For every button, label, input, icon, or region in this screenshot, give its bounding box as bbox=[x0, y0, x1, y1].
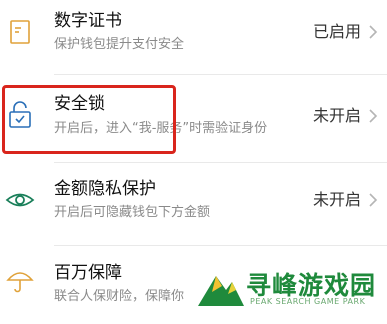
watermark-subtitle: PEAK SEARCH GAME PARK bbox=[250, 297, 366, 306]
divider bbox=[54, 74, 387, 75]
divider bbox=[54, 162, 387, 163]
watermark-logo: 寻峰游戏园 PEAK SEARCH GAME PARK bbox=[196, 262, 387, 312]
setting-title: 百万保障 bbox=[54, 263, 122, 283]
setting-status: 未开启 bbox=[312, 106, 361, 125]
certificate-icon bbox=[10, 20, 30, 44]
setting-status: 未开启 bbox=[312, 190, 361, 209]
eye-icon bbox=[5, 193, 35, 207]
setting-title: 安全锁 bbox=[54, 94, 105, 114]
chevron-right-icon bbox=[369, 25, 378, 39]
umbrella-icon bbox=[6, 272, 34, 293]
setting-subtitle: 开启后，进入“我-服务”时需验证身份 bbox=[54, 121, 268, 136]
mountain-logo-icon bbox=[198, 276, 244, 306]
setting-title: 数字证书 bbox=[54, 11, 122, 31]
setting-subtitle: 联合人保财险，保障你 bbox=[54, 289, 185, 304]
setting-row-amount-privacy[interactable]: 金额隐私保护 开启后可隐藏钱包下方金额 未开启 bbox=[0, 164, 387, 240]
setting-title: 金额隐私保护 bbox=[54, 179, 156, 199]
setting-subtitle: 开启后可隐藏钱包下方金额 bbox=[54, 205, 211, 220]
setting-subtitle: 保护钱包提升支付安全 bbox=[54, 37, 185, 52]
setting-status: 已启用 bbox=[312, 22, 361, 41]
lock-icon bbox=[9, 101, 31, 128]
chevron-right-icon bbox=[369, 193, 378, 207]
setting-row-security-lock[interactable]: 安全锁 开启后，进入“我-服务”时需验证身份 未开启 bbox=[0, 78, 387, 154]
setting-row-digital-certificate[interactable]: 数字证书 保护钱包提升支付安全 已启用 bbox=[0, 0, 387, 66]
chevron-right-icon bbox=[369, 109, 378, 123]
divider bbox=[54, 245, 387, 246]
